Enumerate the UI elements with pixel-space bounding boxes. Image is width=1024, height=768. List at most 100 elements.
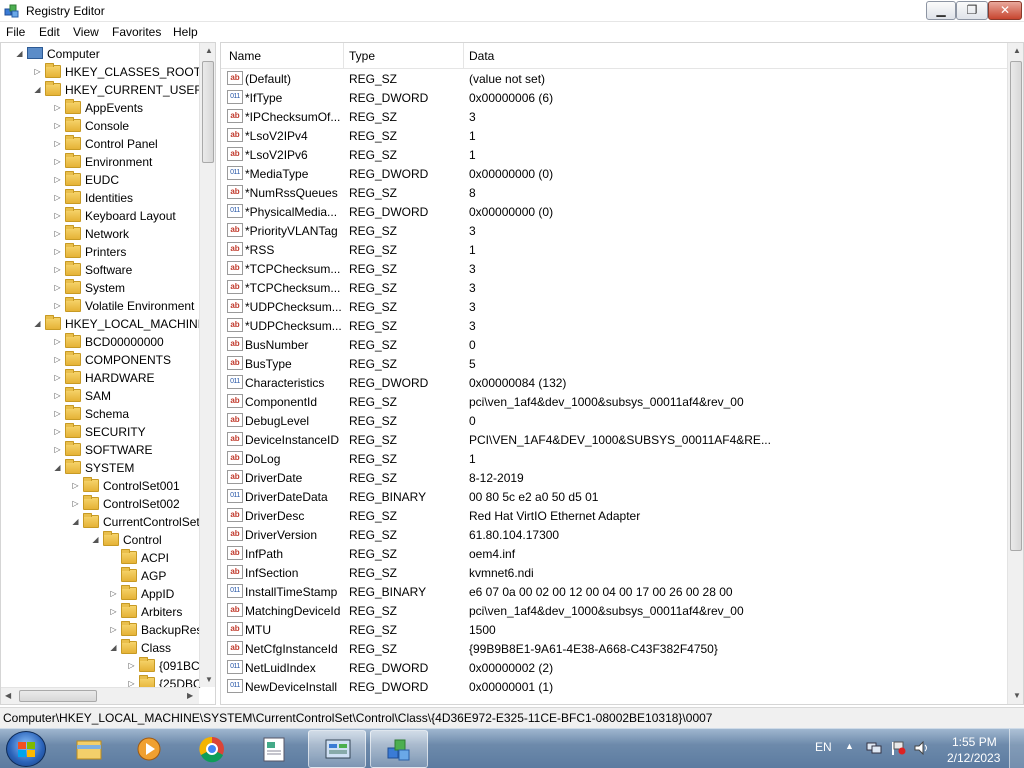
expand-arrow-icon[interactable]: ▷ [53,355,62,364]
value-row[interactable]: ab *IPChecksumOf... REG_SZ 3 [221,107,1007,126]
value-row[interactable]: ab MatchingDeviceId REG_SZ pci\ven_1af4&dev… [221,601,1007,620]
value-row[interactable]: ab BusType REG_SZ 5 [221,354,1007,373]
menu-favorites[interactable]: Favorites [112,25,161,39]
expand-arrow-icon[interactable]: ▷ [53,103,62,112]
value-row[interactable]: 011 *PhysicalMedia... REG_DWORD 0x00000000 … [221,202,1007,221]
scroll-up-icon[interactable]: ▲ [1013,46,1021,55]
value-row[interactable]: ab DriverVersion REG_SZ 61.80.104.17300 [221,525,1007,544]
menu-view[interactable]: View [73,25,99,39]
expand-arrow-icon[interactable]: ▷ [71,499,80,508]
scroll-thumb[interactable] [202,61,214,163]
clock-time[interactable]: 1:55 PM [952,735,997,749]
value-row[interactable]: 011 *IfType REG_DWORD 0x00000006 (6) [221,88,1007,107]
expand-arrow-icon[interactable]: ▷ [53,427,62,436]
value-row[interactable]: 011 NetLuidIndex REG_DWORD 0x00000002 (2) [221,658,1007,677]
scroll-thumb[interactable] [19,690,97,702]
column-header-type[interactable]: Type [349,49,375,63]
taskbar-button[interactable] [60,730,118,768]
volume-icon[interactable] [914,741,930,755]
show-hidden-icons-icon[interactable]: ▲ [845,741,854,751]
value-row[interactable]: ab DriverDate REG_SZ 8-12-2019 [221,468,1007,487]
expand-arrow-icon[interactable]: ▷ [109,625,118,634]
menu-help[interactable]: Help [173,25,198,39]
scroll-right-icon[interactable]: ▶ [187,691,193,700]
expand-arrow-icon[interactable]: ▷ [109,589,118,598]
value-row[interactable]: ab *UDPChecksum... REG_SZ 3 [221,297,1007,316]
column-divider[interactable] [343,43,344,68]
expand-arrow-icon[interactable]: ▷ [53,175,62,184]
value-row[interactable]: ab InfPath REG_SZ oem4.inf [221,544,1007,563]
tree-vertical-scrollbar[interactable]: ▲ ▼ [199,43,215,687]
value-row[interactable]: ab *LsoV2IPv4 REG_SZ 1 [221,126,1007,145]
close-button[interactable]: ✕ [988,1,1022,20]
expand-arrow-icon[interactable]: ▷ [33,67,42,76]
value-row[interactable]: 011 DriverDateData REG_BINARY 00 80 5c e2 a… [221,487,1007,506]
value-row[interactable]: 011 *MediaType REG_DWORD 0x00000000 (0) [221,164,1007,183]
values-list[interactable]: Name Type Data ab (Default) REG_SZ (value n… [220,42,1024,705]
minimize-button[interactable]: ▁ [926,1,956,20]
scroll-down-icon[interactable]: ▼ [1013,691,1021,700]
taskbar-button[interactable] [245,730,303,768]
maximize-button[interactable]: ❐ [956,1,988,20]
value-row[interactable]: ab DeviceInstanceID REG_SZ PCI\VEN_1AF4&DEV… [221,430,1007,449]
value-row[interactable]: ab DriverDesc REG_SZ Red Hat VirtIO Etherne… [221,506,1007,525]
value-row[interactable]: 011 Characteristics REG_DWORD 0x00000084 (1… [221,373,1007,392]
start-button[interactable] [6,731,46,767]
collapse-arrow-icon[interactable]: ◢ [53,463,62,472]
column-divider[interactable] [463,43,464,68]
collapse-arrow-icon[interactable]: ◢ [109,643,118,652]
taskbar-button[interactable] [370,730,428,768]
value-row[interactable]: 011 InstallTimeStamp REG_BINARY e6 07 0a 00… [221,582,1007,601]
collapse-arrow-icon[interactable]: ◢ [71,517,80,526]
menu-file[interactable]: File [6,25,25,39]
value-row[interactable]: ab *NumRssQueues REG_SZ 8 [221,183,1007,202]
scroll-thumb[interactable] [1010,61,1022,551]
collapse-arrow-icon[interactable]: ◢ [33,85,42,94]
value-row[interactable]: ab InfSection REG_SZ kvmnet6.ndi [221,563,1007,582]
expand-arrow-icon[interactable]: ▷ [109,607,118,616]
value-row[interactable]: ab DoLog REG_SZ 1 [221,449,1007,468]
language-indicator[interactable]: EN [815,740,832,754]
value-row[interactable]: 011 NewDeviceInstall REG_DWORD 0x00000001 (… [221,677,1007,696]
show-desktop-button[interactable] [1009,729,1024,768]
expand-arrow-icon[interactable]: ▷ [53,211,62,220]
expand-arrow-icon[interactable]: ▷ [53,337,62,346]
value-row[interactable]: ab BusNumber REG_SZ 0 [221,335,1007,354]
value-row[interactable]: ab *LsoV2IPv6 REG_SZ 1 [221,145,1007,164]
expand-arrow-icon[interactable]: ▷ [53,139,62,148]
value-row[interactable]: ab *TCPChecksum... REG_SZ 3 [221,278,1007,297]
scroll-down-icon[interactable]: ▼ [205,675,213,684]
action-center-flag-icon[interactable] [890,741,906,755]
collapse-arrow-icon[interactable]: ◢ [91,535,100,544]
collapse-arrow-icon[interactable]: ◢ [33,319,42,328]
list-vertical-scrollbar[interactable]: ▲ ▼ [1007,43,1023,704]
expand-arrow-icon[interactable]: ▷ [53,157,62,166]
expand-arrow-icon[interactable]: ▷ [53,265,62,274]
value-row[interactable]: ab *TCPChecksum... REG_SZ 3 [221,259,1007,278]
expand-arrow-icon[interactable]: ▷ [71,481,80,490]
collapse-arrow-icon[interactable]: ◢ [15,49,24,58]
expand-arrow-icon[interactable]: ▷ [53,283,62,292]
expand-arrow-icon[interactable]: ▷ [53,445,62,454]
menu-edit[interactable]: Edit [39,25,60,39]
taskbar-button[interactable] [183,730,241,768]
scroll-up-icon[interactable]: ▲ [205,46,213,55]
expand-arrow-icon[interactable]: ▷ [53,193,62,202]
value-row[interactable]: ab DebugLevel REG_SZ 0 [221,411,1007,430]
scroll-left-icon[interactable]: ◀ [5,691,11,700]
column-header-name[interactable]: Name [229,49,261,63]
value-row[interactable]: ab MTU REG_SZ 1500 [221,620,1007,639]
expand-arrow-icon[interactable]: ▷ [127,661,136,670]
value-row[interactable]: ab NetCfgInstanceId REG_SZ {99B9B8E1-9A61-4… [221,639,1007,658]
value-row[interactable]: ab (Default) REG_SZ (value not set) [221,69,1007,88]
expand-arrow-icon[interactable]: ▷ [53,373,62,382]
value-row[interactable]: ab *UDPChecksum... REG_SZ 3 [221,316,1007,335]
clock-date[interactable]: 2/12/2023 [947,751,1000,765]
expand-arrow-icon[interactable]: ▷ [53,301,62,310]
value-row[interactable]: ab *RSS REG_SZ 1 [221,240,1007,259]
taskbar-button[interactable] [308,730,366,768]
column-header-data[interactable]: Data [469,49,494,63]
value-row[interactable]: ab ComponentId REG_SZ pci\ven_1af4&dev_1000… [221,392,1007,411]
expand-arrow-icon[interactable]: ▷ [53,391,62,400]
expand-arrow-icon[interactable]: ▷ [53,121,62,130]
